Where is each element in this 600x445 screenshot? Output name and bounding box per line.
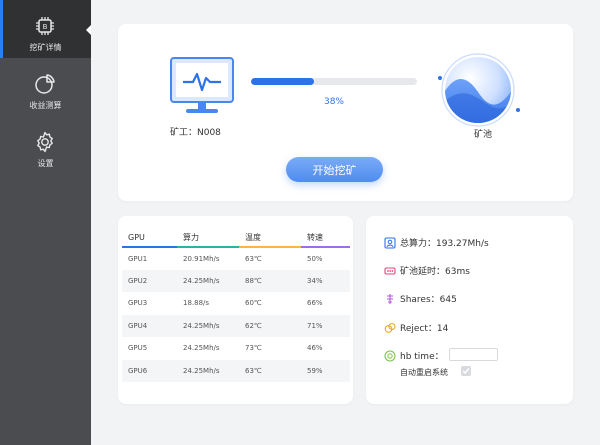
table-row: GPU1 20.91Mh/s 63℃ 50% xyxy=(122,247,350,270)
total-hashrate-stat: 总算力：193.27Mh/s xyxy=(384,236,489,249)
sidebar-item-label: 挖矿详情 xyxy=(29,43,62,52)
sidebar-item-settings[interactable]: 设置 xyxy=(0,116,91,174)
hb-time-label: hb time： xyxy=(400,352,444,362)
temperature-cell: 88℃ xyxy=(239,269,301,292)
svg-text:B: B xyxy=(43,23,48,31)
gear-icon xyxy=(37,131,53,153)
sidebar-item-earnings-calc[interactable]: 收益测算 xyxy=(0,58,91,116)
shares-stat: Shares：645 xyxy=(384,292,457,305)
coins-icon xyxy=(384,322,396,333)
miner-label: 矿工：N008 xyxy=(170,128,221,138)
column-header-fan-speed: 转速 xyxy=(301,228,350,248)
temperature-cell: 62℃ xyxy=(239,314,301,337)
auto-restart-label: 自动重启系统 xyxy=(400,368,448,377)
cpu-chip-icon: B xyxy=(36,17,54,35)
pool-label: 矿池 xyxy=(474,130,493,140)
table-row: GPU6 24.25Mh/s 63℃ 59% xyxy=(122,359,350,382)
fan-speed-cell: 34% xyxy=(301,269,350,292)
hashrate-cell: 24.25Mh/s xyxy=(177,359,239,382)
start-mining-button[interactable]: 开始挖矿 xyxy=(286,157,383,182)
gpu-name-cell: GPU3 xyxy=(128,299,148,308)
gpu-name-cell: GPU2 xyxy=(122,269,177,292)
hashrate-cell: 24.25Mh/s xyxy=(177,269,239,292)
gpu-table: GPU 算力 温度 转速 GPU1 20.91Mh/s 63℃ 50% GPU2… xyxy=(122,228,350,382)
column-header-gpu: GPU xyxy=(122,228,177,248)
sidebar-item-label: 收益测算 xyxy=(29,101,62,110)
auto-restart-checkbox[interactable] xyxy=(461,366,471,376)
hashrate-cell: 24.25Mh/s xyxy=(177,314,239,337)
table-row: GPU2 24.25Mh/s 88℃ 34% xyxy=(122,269,350,292)
hb-time-stat: hb time： xyxy=(384,349,444,362)
hashrate-cell: 24.25Mh/s xyxy=(183,344,220,353)
fan-speed-cell: 46% xyxy=(307,344,323,353)
temperature-cell: 63℃ xyxy=(239,359,301,382)
latency-icon xyxy=(384,266,396,275)
hashrate-icon xyxy=(384,236,396,249)
shares-text: Shares：645 xyxy=(400,295,457,305)
table-row: GPU4 24.25Mh/s 62℃ 71% xyxy=(122,314,350,337)
progress-fill xyxy=(251,78,315,85)
sidebar-item-mining-details[interactable]: B 挖矿详情 xyxy=(0,0,91,58)
reject-text: Reject：14 xyxy=(400,324,449,334)
heartbeat-icon xyxy=(384,349,396,362)
mining-progress-bar xyxy=(251,78,417,85)
gpu-name-cell: GPU4 xyxy=(122,314,177,337)
checkmark-icon xyxy=(462,368,470,375)
column-header-temperature: 温度 xyxy=(239,228,301,248)
table-header-row: GPU 算力 温度 转速 xyxy=(122,228,350,248)
progress-percent: 38% xyxy=(323,97,344,107)
temperature-cell: 63℃ xyxy=(245,254,262,263)
hb-time-input[interactable] xyxy=(449,348,498,361)
sidebar: B 挖矿详情 收益测算 设置 xyxy=(0,0,91,445)
gpu-table-panel: GPU 算力 温度 转速 GPU1 20.91Mh/s 63℃ 50% GPU2… xyxy=(118,216,353,404)
column-header-hashrate: 算力 xyxy=(177,228,239,248)
monitor-icon xyxy=(170,57,234,113)
gpu-name-cell: GPU1 xyxy=(128,254,148,263)
pie-chart-icon xyxy=(35,74,55,94)
total-hashrate-text: 总算力：193.27Mh/s xyxy=(400,239,489,249)
gpu-name-cell: GPU5 xyxy=(128,344,148,353)
gpu-name-cell: GPU6 xyxy=(122,359,177,382)
fan-speed-cell: 59% xyxy=(301,359,350,382)
hashrate-cell: 18.88/s xyxy=(183,299,210,308)
pool-globe-icon xyxy=(438,53,520,127)
shares-icon xyxy=(387,293,393,304)
temperature-cell: 60℃ xyxy=(245,299,262,308)
reject-stat: Reject：14 xyxy=(384,321,448,334)
fan-speed-cell: 50% xyxy=(307,254,323,263)
table-row: GPU3 18.88/s 60℃ 66% xyxy=(122,292,350,315)
stats-panel: 总算力：193.27Mh/s 矿池延时：63ms Shares：645 Reje… xyxy=(366,216,573,404)
fan-speed-cell: 66% xyxy=(307,299,323,308)
table-row: GPU5 24.25Mh/s 73℃ 46% xyxy=(122,337,350,360)
pool-latency-text: 矿池延时：63ms xyxy=(400,267,470,277)
pool-latency-stat: 矿池延时：63ms xyxy=(384,264,470,277)
sidebar-item-label: 设置 xyxy=(37,159,54,168)
mining-panel: 矿工：N008 38% 矿池 开始挖矿 xyxy=(118,24,573,201)
temperature-cell: 73℃ xyxy=(245,344,262,353)
fan-speed-cell: 71% xyxy=(301,314,350,337)
hashrate-cell: 20.91Mh/s xyxy=(183,254,220,263)
